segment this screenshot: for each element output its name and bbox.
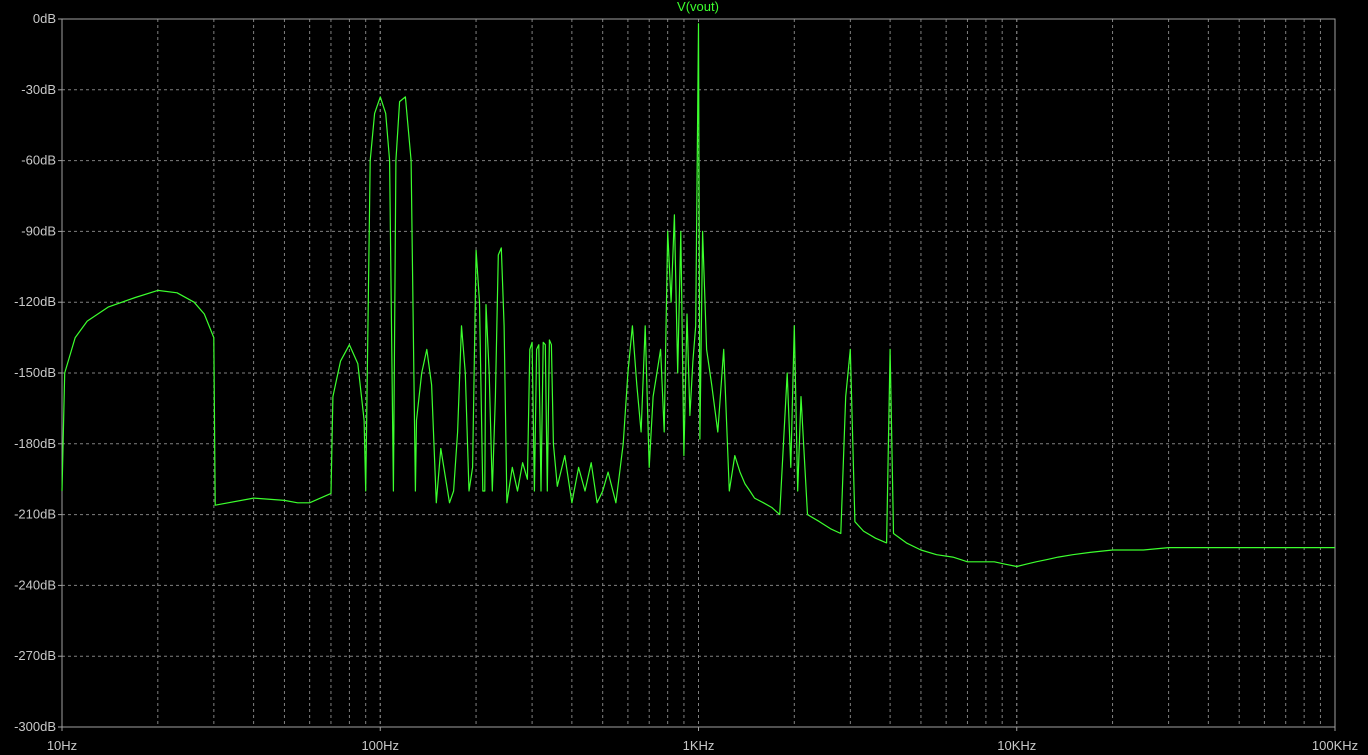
- y-tick-label: -270dB: [14, 648, 56, 663]
- x-tick-label: 100KHz: [1312, 738, 1358, 753]
- y-tick-label: -180dB: [14, 436, 56, 451]
- x-tick-label: 100Hz: [361, 738, 399, 753]
- y-tick-label: -120dB: [14, 294, 56, 309]
- x-tick-label: 10Hz: [47, 738, 77, 753]
- y-tick-label: -150dB: [14, 365, 56, 380]
- bode-plot[interactable]: 0dB -30dB -60dB -90dB -120dB -150dB -180dB -210…: [0, 0, 1368, 755]
- y-tick-label: -60dB: [21, 153, 56, 168]
- y-tick-label: -30dB: [21, 82, 56, 97]
- y-tick-label: -90dB: [21, 223, 56, 238]
- y-tick-label: -240dB: [14, 577, 56, 592]
- x-tick-label: 1KHz: [683, 738, 715, 753]
- x-tick-label: 10KHz: [997, 738, 1036, 753]
- y-axis-tick-labels: 0dB -30dB -60dB -90dB -120dB -150dB -180dB -210…: [14, 11, 62, 734]
- y-tick-label: -300dB: [14, 719, 56, 734]
- chart-title: V(vout): [677, 0, 719, 14]
- x-axis-tick-labels: 10Hz 100Hz 1KHz 10KHz 100KHz: [47, 727, 1358, 753]
- y-tick-label: -210dB: [14, 507, 56, 522]
- y-tick-label: 0dB: [33, 11, 56, 26]
